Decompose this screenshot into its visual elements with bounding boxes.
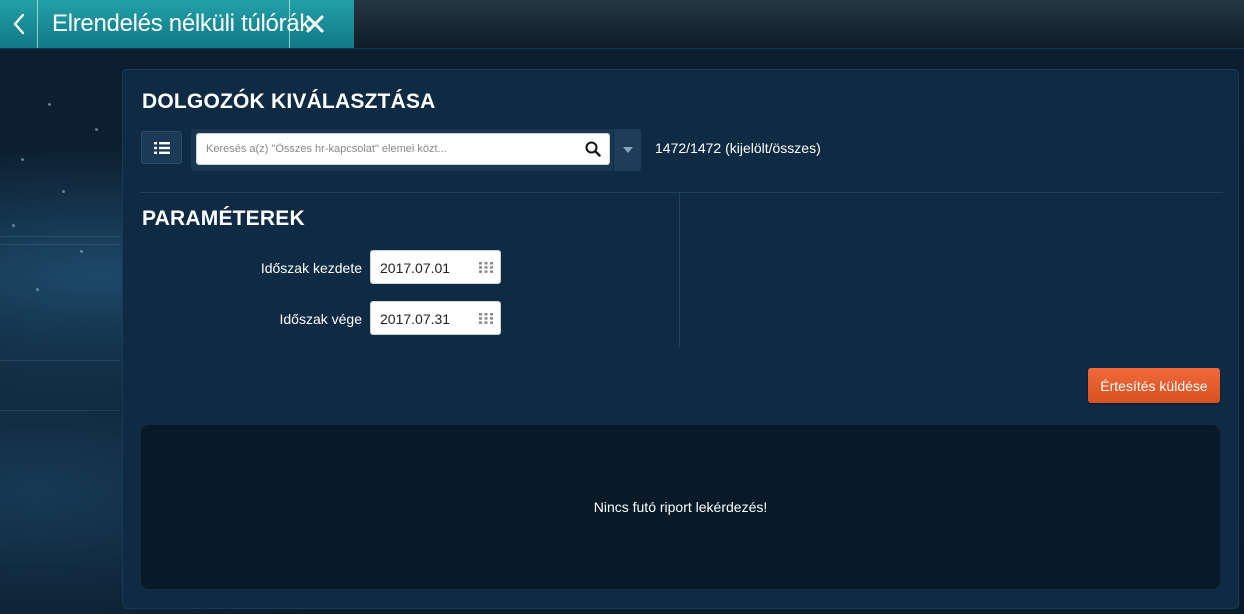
list-icon [153, 141, 170, 154]
employee-selection-title: DOLGOZÓK KIVÁLASZTÁSA [142, 90, 436, 113]
column-divider [679, 193, 680, 347]
filter-dropdown-button[interactable] [613, 129, 641, 171]
section-divider [141, 192, 1223, 193]
caret-down-icon [622, 147, 633, 153]
background-river-line [0, 410, 120, 411]
background-light [48, 103, 51, 106]
period-start-field [370, 250, 501, 285]
main-panel: DOLGOZÓK KIVÁLASZTÁSA 1472/1472 (kijelöl… [123, 70, 1238, 608]
send-notification-button[interactable]: Értesítés küldése [1088, 368, 1220, 403]
period-start-input[interactable] [371, 251, 477, 285]
background-river-line [0, 360, 120, 361]
search-icon[interactable] [585, 141, 601, 157]
list-view-button[interactable] [141, 131, 182, 164]
active-tab: Elrendelés nélküli túlórák [0, 0, 354, 48]
background-light [21, 158, 24, 161]
selection-count: 1472/1472 (kijelölt/összes) [655, 140, 821, 156]
calendar-grid-icon[interactable] [479, 262, 493, 273]
report-area: Nincs futó riport lekérdezés! [141, 425, 1220, 589]
period-start-label: Időszak kezdete [260, 260, 362, 276]
report-empty-message: Nincs futó riport lekérdezés! [593, 499, 768, 515]
calendar-grid-icon[interactable] [479, 313, 493, 324]
period-end-label: Időszak vége [279, 311, 363, 327]
background-light [62, 190, 65, 193]
employee-search-input[interactable] [196, 133, 610, 165]
close-icon [306, 15, 323, 33]
tab-title: Elrendelés nélküli túlórák [52, 10, 312, 37]
top-bar: Elrendelés nélküli túlórák [0, 0, 1244, 49]
background-bridge-line [0, 236, 120, 237]
background-bridge-line [0, 244, 120, 245]
chevron-left-icon [13, 13, 24, 35]
parameters-title: PARAMÉTEREK [142, 207, 305, 230]
close-tab-button[interactable] [289, 0, 339, 48]
background-light [36, 288, 39, 291]
period-end-field [370, 301, 501, 336]
background-light [95, 128, 98, 131]
back-button[interactable] [0, 0, 38, 48]
period-end-input[interactable] [371, 302, 477, 336]
background-light [80, 250, 83, 253]
background-light [12, 224, 15, 227]
